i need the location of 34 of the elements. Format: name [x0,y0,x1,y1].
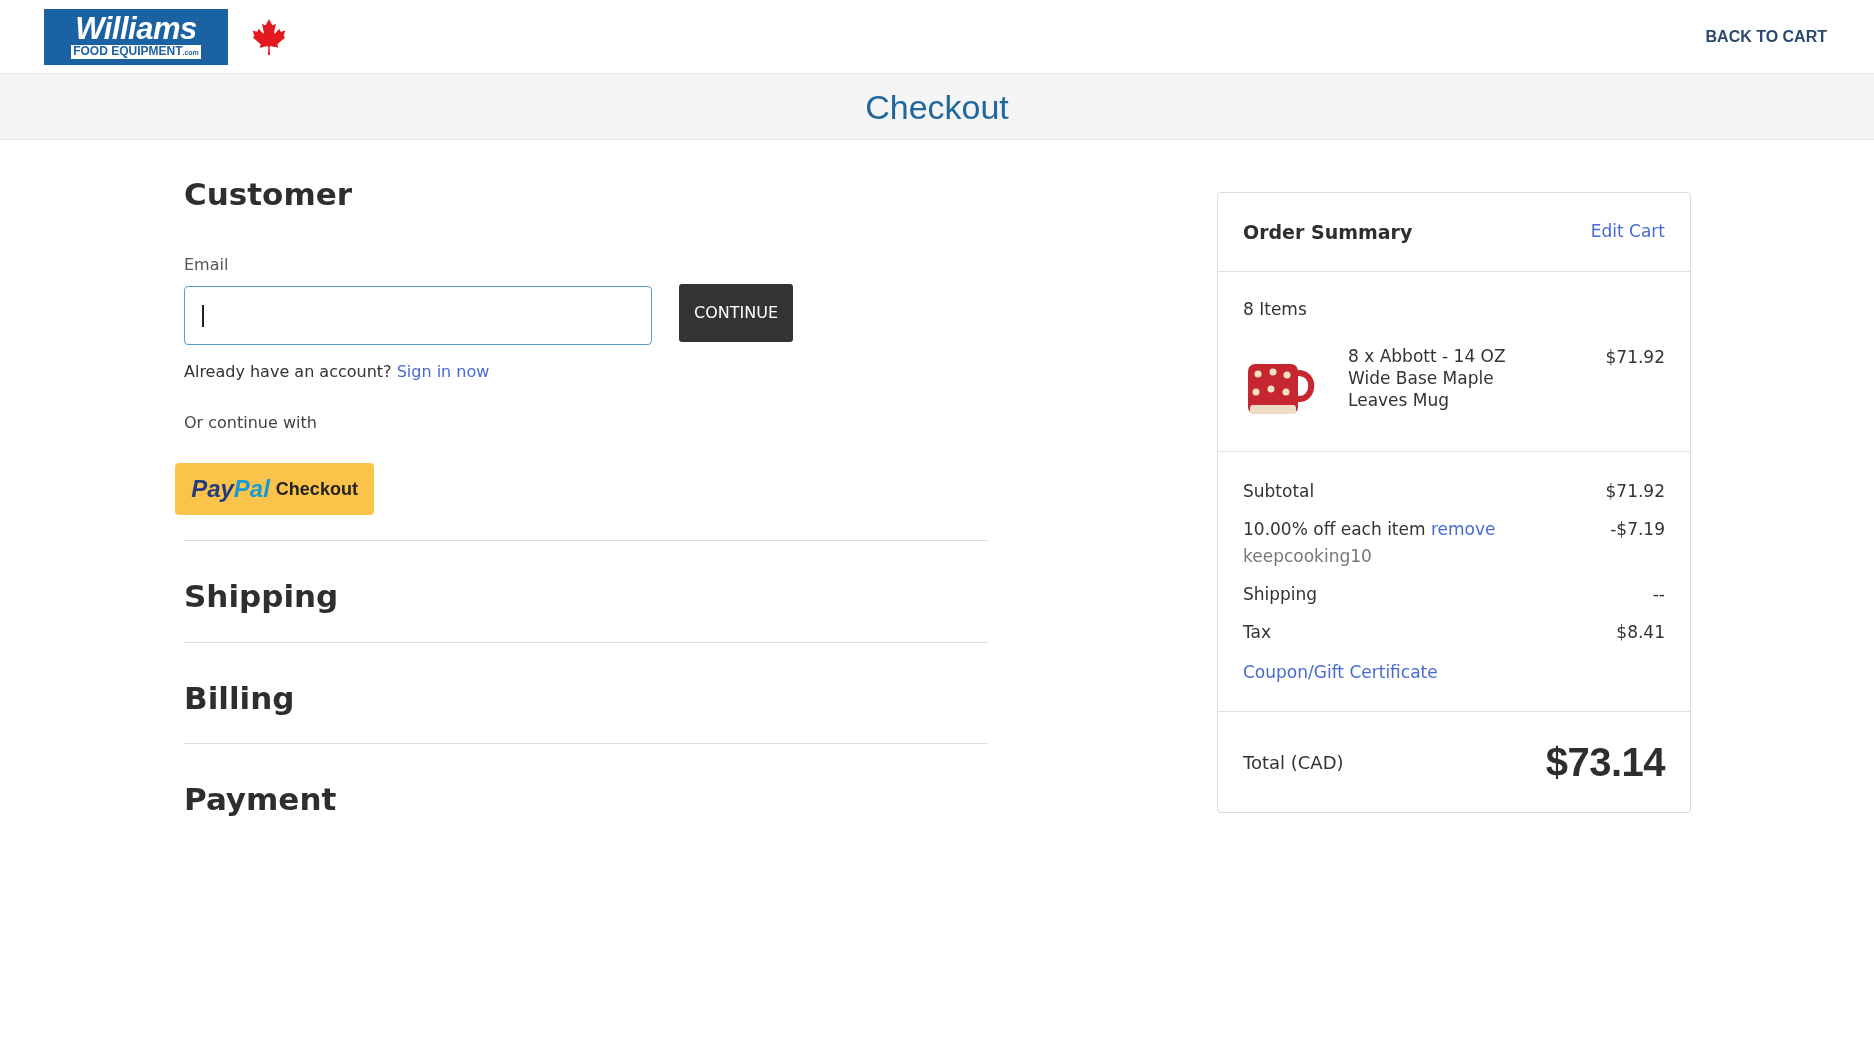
text-cursor-icon [202,304,204,327]
step-heading: Billing [184,680,296,716]
section-heading: Customer [184,176,353,212]
order-summary-title: Order Summary [1243,219,1413,245]
coupon-link[interactable]: Coupon/Gift Certificate [1243,662,1438,682]
edit-cart-link[interactable]: Edit Cart [1590,219,1665,245]
summary-line-label: Subtotal [1243,481,1315,501]
email-label: Email [184,255,230,275]
summary-line-amount: $71.92 [1605,481,1665,501]
coupon-code: keepcooking10 [1243,546,1373,566]
email-field[interactable] [184,286,652,345]
discount-amount: -$7.19 [1610,519,1665,541]
step-heading: Shipping [184,578,340,614]
total-label: Total (CAD) [1243,750,1344,775]
summary-line-amount: -- [1652,584,1665,604]
sign-in-link[interactable]: Sign in now [396,362,490,381]
remove-link[interactable]: remove [1430,519,1496,539]
maple-leaf-icon [251,17,287,56]
summary-line-label: Shipping [1243,584,1318,604]
account-prompt: Already have an account? Sign in now [184,362,491,382]
item-count: 8 Items [1243,299,1308,319]
step-heading: Payment [184,781,338,817]
summary-line-amount: $8.41 [1616,622,1665,642]
back-to-cart-link[interactable]: BACK TO CART [1705,24,1827,49]
page-title: Checkout [865,86,1009,127]
alternative-checkout-prompt: Or continue with [184,413,318,433]
paypal-logo: PayPal [191,475,270,503]
item-name: 8 x Abbott - 14 OZ Wide Base Maple Leaves Mug [1348,345,1507,411]
summary-line-label: Tax [1243,622,1272,642]
continue-button[interactable]: CONTINUE [679,284,793,342]
total-amount: $73.14 [1545,740,1665,784]
paypal-checkout-button[interactable]: PayPal Checkout [175,463,374,515]
item-price: $71.92 [1605,347,1665,367]
discount-label: 10.00% off each item remove [1243,519,1496,539]
